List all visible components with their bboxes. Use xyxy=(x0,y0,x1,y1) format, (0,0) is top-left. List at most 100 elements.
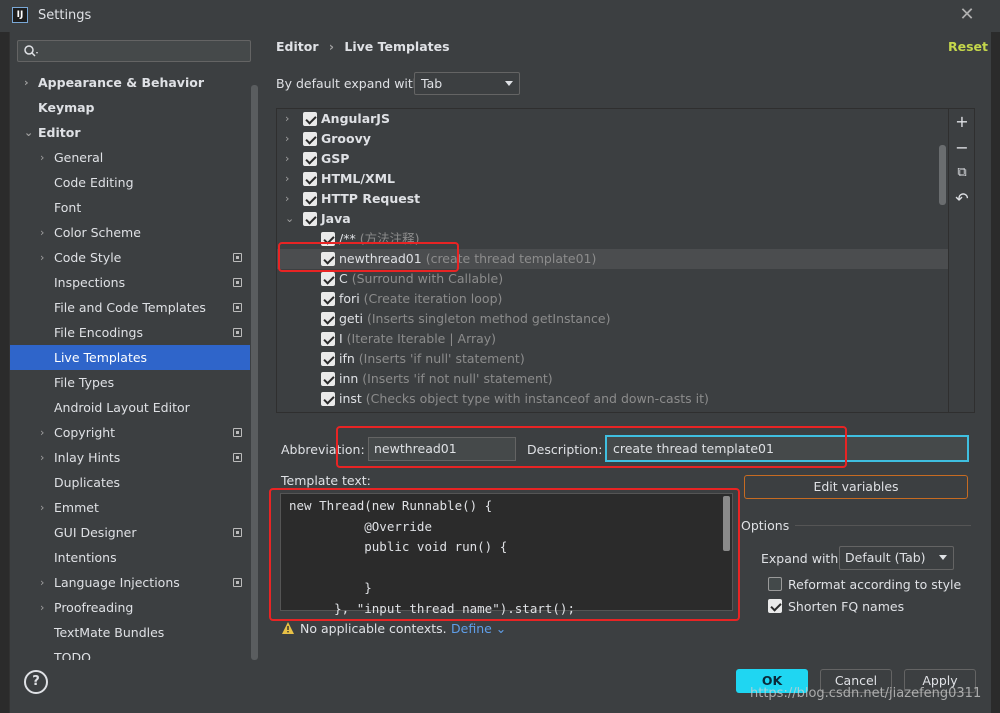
chevron-right-icon[interactable]: › xyxy=(40,495,50,520)
template-row[interactable]: inn (Inserts 'if not null' statement) xyxy=(277,369,949,389)
sidebar-item-file-types[interactable]: File Types xyxy=(10,370,250,395)
sidebar-item-label: Code Editing xyxy=(54,175,134,190)
template-enabled-checkbox[interactable] xyxy=(321,332,335,346)
chevron-right-icon[interactable]: › xyxy=(24,70,34,95)
chevron-down-icon[interactable]: ⌄ xyxy=(285,209,294,229)
template-row[interactable]: C (Surround with Callable) xyxy=(277,269,949,289)
sidebar-item-live-templates[interactable]: Live Templates xyxy=(10,345,250,370)
chevron-right-icon[interactable]: › xyxy=(40,445,50,470)
template-row[interactable]: ifn (Inserts 'if null' statement) xyxy=(277,349,949,369)
sidebar-item-editor[interactable]: ⌄ Editor xyxy=(10,120,250,145)
add-icon[interactable]: + xyxy=(952,112,972,132)
chevron-right-icon[interactable]: › xyxy=(40,570,50,595)
template-enabled-checkbox[interactable] xyxy=(321,352,335,366)
sidebar-item-file-encodings[interactable]: File Encodings xyxy=(10,320,250,345)
shorten-fq-checkbox[interactable] xyxy=(768,599,782,613)
chevron-right-icon[interactable]: › xyxy=(40,420,50,445)
template-enabled-checkbox[interactable] xyxy=(303,112,317,126)
chevron-right-icon[interactable]: › xyxy=(285,149,289,169)
template-enabled-checkbox[interactable] xyxy=(321,392,335,406)
template-group-row[interactable]: › GSP xyxy=(277,149,949,169)
chevron-right-icon[interactable]: › xyxy=(285,109,289,129)
template-enabled-checkbox[interactable] xyxy=(321,372,335,386)
expand-with-label: Expand with xyxy=(761,551,839,566)
template-enabled-checkbox[interactable] xyxy=(321,272,335,286)
sidebar-item-emmet[interactable]: › Emmet xyxy=(10,495,250,520)
reformat-checkbox[interactable] xyxy=(768,577,782,591)
template-enabled-checkbox[interactable] xyxy=(303,212,317,226)
chevron-right-icon[interactable]: › xyxy=(40,595,50,620)
chevron-right-icon[interactable]: › xyxy=(285,189,289,209)
sidebar-item-duplicates[interactable]: Duplicates xyxy=(10,470,250,495)
project-scope-icon xyxy=(233,253,242,262)
edit-variables-button[interactable]: Edit variables xyxy=(744,475,968,499)
chevron-right-icon[interactable]: › xyxy=(40,220,50,245)
sidebar-item-label: Emmet xyxy=(54,500,99,515)
shorten-fq-label[interactable]: Shorten FQ names xyxy=(788,599,904,614)
template-group-row[interactable]: › Groovy xyxy=(277,129,949,149)
sidebar-item-font[interactable]: Font xyxy=(10,195,250,220)
sidebar-item-language-injections[interactable]: › Language Injections xyxy=(10,570,250,595)
template-group-row[interactable]: › AngularJS xyxy=(277,109,949,129)
sidebar-item-general[interactable]: › General xyxy=(10,145,250,170)
sidebar-item-label: Code Style xyxy=(54,250,122,265)
breadcrumb-parent[interactable]: Editor xyxy=(276,39,319,54)
define-context-link[interactable]: Define ⌄ xyxy=(451,621,506,636)
sidebar-item-appearance-behavior[interactable]: › Appearance & Behavior xyxy=(10,70,250,95)
chevron-down-icon[interactable]: ⌄ xyxy=(24,120,34,145)
restore-icon[interactable]: ↶ xyxy=(952,189,972,209)
tree-scrollbar-thumb[interactable] xyxy=(251,85,258,660)
template-group-row[interactable]: › HTTP Request xyxy=(277,189,949,209)
window-edge xyxy=(0,32,9,713)
sidebar-item-color-scheme[interactable]: › Color Scheme xyxy=(10,220,250,245)
template-description: (Surround with Callable) xyxy=(347,271,504,286)
sidebar-item-code-style[interactable]: › Code Style xyxy=(10,245,250,270)
close-icon[interactable]: ✕ xyxy=(958,4,976,26)
template-enabled-checkbox[interactable] xyxy=(303,192,317,206)
sidebar-item-file-and-code-templates[interactable]: File and Code Templates xyxy=(10,295,250,320)
settings-search-input[interactable] xyxy=(17,40,251,62)
chevron-right-icon[interactable]: › xyxy=(40,145,50,170)
reformat-label[interactable]: Reformat according to style xyxy=(788,577,961,592)
help-button[interactable]: ? xyxy=(24,670,48,694)
sidebar-item-textmate-bundles[interactable]: TextMate Bundles xyxy=(10,620,250,645)
template-enabled-checkbox[interactable] xyxy=(303,172,317,186)
template-row[interactable]: inst (Checks object type with instanceof… xyxy=(277,389,949,409)
template-group-row[interactable]: ⌄ Java xyxy=(277,209,949,229)
template-description: (Iterate Iterable | Array) xyxy=(342,331,497,346)
sidebar-item-keymap[interactable]: Keymap xyxy=(10,95,250,120)
sidebar-item-code-editing[interactable]: Code Editing xyxy=(10,170,250,195)
template-enabled-checkbox[interactable] xyxy=(303,132,317,146)
template-row[interactable]: fori (Create iteration loop) xyxy=(277,289,949,309)
reset-link[interactable]: Reset xyxy=(948,39,988,54)
template-name: inst (Checks object type with instanceof… xyxy=(339,389,709,409)
duplicate-icon[interactable]: ⧉ xyxy=(952,163,972,183)
sidebar-item-inlay-hints[interactable]: › Inlay Hints xyxy=(10,445,250,470)
template-enabled-checkbox[interactable] xyxy=(321,312,335,326)
template-row[interactable]: geti (Inserts singleton method getInstan… xyxy=(277,309,949,329)
template-enabled-checkbox[interactable] xyxy=(303,152,317,166)
settings-dialog: IJ Settings ✕ › Appearance & Behavior Keym… xyxy=(0,0,1000,713)
sidebar-item-intentions[interactable]: Intentions xyxy=(10,545,250,570)
sidebar-item-proofreading[interactable]: › Proofreading xyxy=(10,595,250,620)
highlight-box-fields xyxy=(336,426,847,468)
sidebar-item-todo[interactable]: TODO xyxy=(10,645,250,660)
default-expand-label: By default expand with xyxy=(276,76,421,91)
sidebar-item-inspections[interactable]: Inspections xyxy=(10,270,250,295)
sidebar-item-android-layout-editor[interactable]: Android Layout Editor xyxy=(10,395,250,420)
default-expand-select[interactable]: Tab xyxy=(414,72,520,95)
template-abbreviation: C xyxy=(339,271,348,286)
template-row[interactable]: I (Iterate Iterable | Array) xyxy=(277,329,949,349)
expand-with-select[interactable]: Default (Tab) xyxy=(839,546,954,570)
templates-scrollbar-thumb[interactable] xyxy=(939,145,946,205)
remove-icon[interactable]: − xyxy=(952,138,972,158)
sidebar-item-copyright[interactable]: › Copyright xyxy=(10,420,250,445)
chevron-right-icon[interactable]: › xyxy=(285,129,289,149)
sidebar-item-gui-designer[interactable]: GUI Designer xyxy=(10,520,250,545)
chevron-right-icon[interactable]: › xyxy=(285,169,289,189)
chevron-right-icon[interactable]: › xyxy=(40,245,50,270)
template-group-row[interactable]: › HTML/XML xyxy=(277,169,949,189)
template-enabled-checkbox[interactable] xyxy=(321,292,335,306)
title-bar: IJ Settings ✕ xyxy=(0,0,1000,32)
sidebar-item-label: Copyright xyxy=(54,425,116,440)
